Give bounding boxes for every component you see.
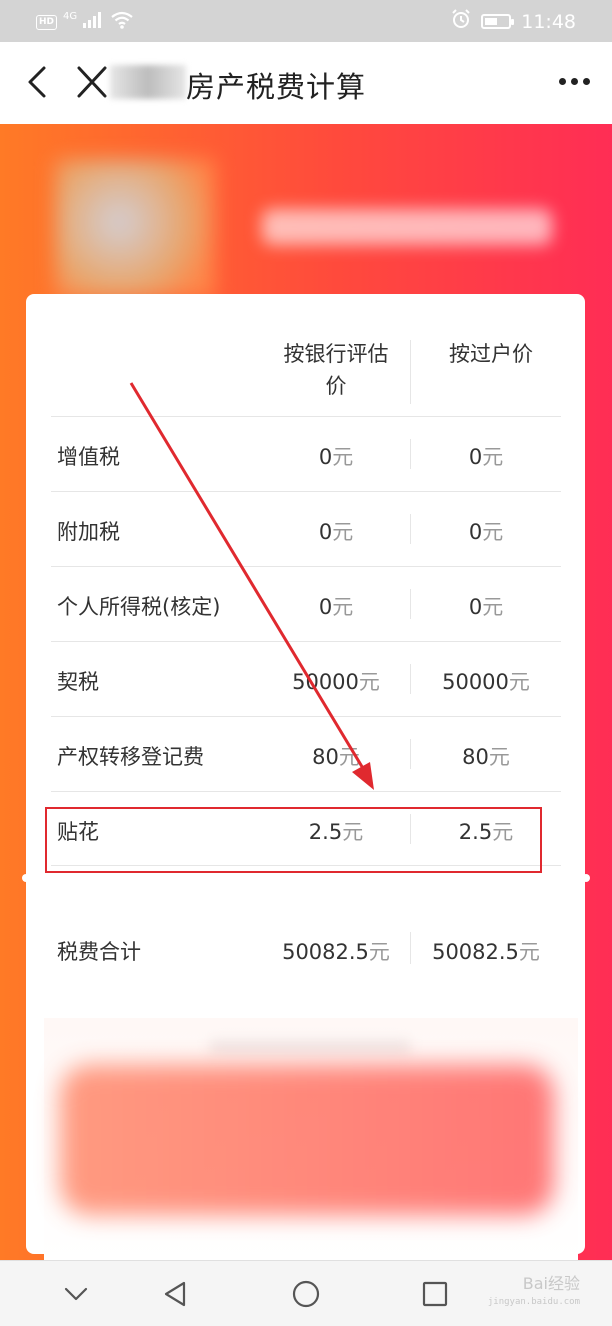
blurred-caption — [210, 1040, 410, 1054]
row-label: 产权转移登记费 — [57, 745, 204, 769]
table-row: 产权转移登记费 80元 80元 — [51, 716, 561, 791]
table-header: 按银行评估 价 按过户价 — [51, 336, 561, 416]
chevron-left-icon — [28, 66, 46, 98]
page-title: 房产税费计算 — [186, 70, 367, 104]
nav-recents-button[interactable] — [416, 1275, 454, 1313]
alarm-icon — [451, 9, 471, 34]
watermark-brand: Bai经验 — [522, 1274, 580, 1293]
wifi-icon — [111, 11, 133, 34]
transfer-value: 50000元 — [442, 670, 530, 694]
bank-value: 0元 — [318, 595, 354, 619]
total-label: 税费合计 — [57, 940, 141, 964]
table-row: 增值税 0元 0元 — [51, 416, 561, 491]
redacted-title-prefix — [110, 65, 186, 99]
watermark-url: jingyan.baidu.com — [487, 1297, 580, 1307]
more-dot — [583, 78, 590, 85]
more-dot — [571, 78, 578, 85]
row-label: 个人所得税(核定) — [57, 595, 221, 619]
more-button[interactable] — [559, 78, 590, 85]
column-divider — [410, 340, 411, 404]
close-icon — [77, 66, 107, 98]
header-bank-line2: 价 — [325, 374, 347, 398]
bank-value: 80元 — [312, 745, 360, 769]
bank-value: 0元 — [318, 445, 354, 469]
row-label: 增值税 — [57, 445, 120, 469]
system-navigation-bar: Bai经验 jingyan.baidu.com — [0, 1260, 612, 1326]
square-recents-icon — [422, 1281, 448, 1307]
annotation-highlight-box — [45, 807, 542, 873]
blurred-action-button[interactable] — [60, 1065, 554, 1215]
banner-image — [55, 159, 215, 299]
nav-home-button[interactable] — [287, 1275, 325, 1313]
table-row: 个人所得税(核定) 0元 0元 — [51, 566, 561, 641]
table-row: 附加税 0元 0元 — [51, 491, 561, 566]
total-transfer-value: 50082.5元 — [432, 940, 540, 964]
total-row: 税费合计 50082.5元 50082.5元 — [51, 910, 561, 986]
chevron-down-icon — [64, 1287, 88, 1301]
battery-fill — [485, 18, 498, 25]
header-bank-line1: 按银行评估 — [283, 342, 389, 366]
status-time: 11:48 — [521, 10, 576, 33]
banner-text-blurred — [262, 209, 552, 245]
signal-icon — [83, 12, 105, 33]
bank-value: 50000元 — [292, 670, 380, 694]
hd-badge: HD — [36, 15, 58, 30]
total-bank-value: 50082.5元 — [282, 940, 390, 964]
transfer-value: 0元 — [468, 445, 504, 469]
header-bank-valuation: 按银行评估 价 — [271, 338, 401, 402]
collapse-button[interactable] — [57, 1275, 95, 1313]
triangle-back-icon — [164, 1281, 186, 1307]
status-left: HD 4G — [36, 11, 133, 34]
watermark: Bai经验 jingyan.baidu.com — [488, 1275, 580, 1311]
table-row: 契税 50000元 50000元 — [51, 641, 561, 716]
nav-bar: 房产税费计算 — [0, 42, 612, 124]
close-button[interactable] — [74, 62, 110, 102]
back-button[interactable] — [22, 62, 58, 102]
bank-value: 0元 — [318, 520, 354, 544]
header-transfer-price: 按过户价 — [449, 342, 533, 366]
transfer-value: 0元 — [468, 520, 504, 544]
network-type: 4G — [63, 11, 78, 22]
more-horizontal-icon — [559, 78, 566, 85]
transfer-value: 80元 — [462, 745, 510, 769]
card-notch-left — [22, 874, 30, 882]
row-label: 契税 — [57, 670, 99, 694]
tax-table: 按银行评估 价 按过户价 增值税 0元 0元 附加税 0元 0元 个人所得税(核… — [51, 336, 561, 866]
row-label: 附加税 — [57, 520, 120, 544]
card-notch-right — [582, 874, 590, 882]
transfer-value: 0元 — [468, 595, 504, 619]
status-right: 11:48 — [451, 9, 576, 34]
circle-home-icon — [292, 1280, 320, 1308]
status-bar: HD 4G 11:48 — [0, 0, 612, 42]
nav-back-button[interactable] — [156, 1275, 194, 1313]
battery-icon — [481, 14, 515, 29]
